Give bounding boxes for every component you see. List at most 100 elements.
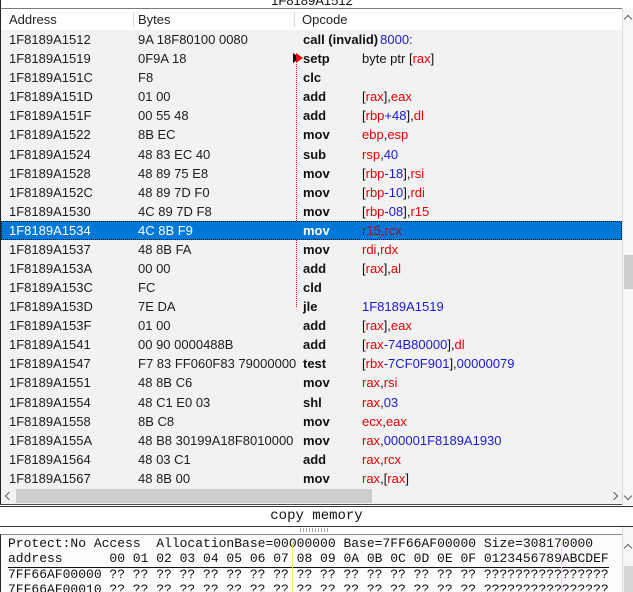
hex-row-address: 7FF66AF00000 — [8, 567, 109, 582]
table-row[interactable]: 1F8189A155A48 B8 30199A18F8010000movrax,… — [1, 431, 622, 450]
bytes-cell: 48 8B C6 — [133, 375, 294, 390]
table-row[interactable]: 1F8189A153A00 00add[rax],al — [1, 259, 622, 278]
operand-part: rax — [413, 51, 431, 66]
table-row[interactable]: 1F8189A155148 8B C6movrax,rsi — [1, 373, 622, 392]
column-header-bytes[interactable]: Bytes — [138, 12, 171, 27]
table-row[interactable]: 1F8189A151D01 00add[rax],eax — [1, 87, 622, 106]
table-row[interactable]: 1F8189A154100 90 0000488Badd[rax-74B8000… — [1, 335, 622, 354]
address-cell: 1F8189A153C — [1, 280, 133, 295]
table-row[interactable]: 1F8189A152448 83 EC 40subrsp,40 — [1, 144, 622, 163]
scroll-left-icon[interactable] — [5, 492, 13, 500]
operand-part: r15,rcx — [362, 223, 402, 238]
table-row[interactable]: 1F8189A155448 C1 E0 03shlrax,03 — [1, 392, 622, 411]
mnemonic: mov — [303, 375, 360, 390]
hex-row[interactable]: 7FF66AF00010?? ?? ?? ?? ?? ?? ?? ?? ?? ?… — [8, 582, 622, 592]
column-separator[interactable] — [133, 12, 134, 27]
bytes-cell: 48 89 7D F0 — [133, 185, 294, 200]
window-title-bar[interactable]: 1F8189A1512 — [0, 0, 623, 8]
table-row[interactable]: 1F8189A15344C 8B F9movr15,rcx — [1, 221, 622, 240]
operand-part: byte ptr [ — [362, 51, 413, 66]
operand-part: -18 — [384, 166, 403, 181]
opcode-cell: call (invalid)8000: — [294, 32, 622, 47]
operands: rax,03 — [362, 395, 398, 410]
operands: [rbp-18],rsi — [362, 166, 424, 181]
vertical-scrollbar[interactable] — [622, 8, 633, 505]
table-row[interactable]: 1F8189A15129A 18F80100 0080call (invalid… — [1, 30, 622, 49]
operand-part: ] — [405, 471, 409, 486]
operand-part: dl — [455, 337, 465, 352]
hex-vertical-scrollbar[interactable] — [622, 527, 633, 592]
address-cell: 1F8189A1524 — [1, 147, 133, 162]
horizontal-scrollbar[interactable] — [0, 488, 622, 505]
hex-column-separator — [561, 542, 562, 592]
operand-part: ], — [384, 318, 391, 333]
table-row[interactable]: 1F8189A15228B ECmovebp,esp — [1, 125, 622, 144]
table-row[interactable]: 1F8189A15588B C8movecx,eax — [1, 412, 622, 431]
operand-part: ebp — [362, 127, 384, 142]
opcode-cell: movrax,[rax] — [294, 471, 622, 486]
operand-part: 03 — [384, 395, 398, 410]
bytes-cell: FC — [133, 280, 294, 295]
operand-part: 40 — [384, 147, 398, 162]
opcode-cell: addrax,rcx — [294, 452, 622, 467]
opcode-cell: test[rbx-7CF0F901],00000079 — [294, 356, 622, 371]
operand-part: dl — [414, 108, 424, 123]
address-cell: 1F8189A1551 — [1, 375, 133, 390]
opcode-cell: mov[rbp-18],rsi — [294, 166, 622, 181]
bytes-cell: 48 8B 00 — [133, 471, 294, 486]
operand-part: rax — [366, 318, 384, 333]
table-row[interactable]: 1F8189A156448 03 C1addrax,rcx — [1, 450, 622, 469]
operands: rsp,40 — [362, 147, 398, 162]
table-row[interactable]: 1F8189A151F00 55 48add[rbp+48],dl — [1, 106, 622, 125]
table-row[interactable]: 1F8189A15190F9A 18setpbyte ptr [rax] — [1, 49, 622, 68]
address-cell: 1F8189A1528 — [1, 166, 133, 181]
table-row[interactable]: 1F8189A152C48 89 7D F0mov[rbp-10],rdi — [1, 183, 622, 202]
hex-view-body[interactable]: Protect:No Access AllocationBase=0000000… — [0, 534, 622, 592]
bytes-cell: 48 B8 30199A18F8010000 — [133, 433, 294, 448]
bytes-cell: 48 8B FA — [133, 242, 294, 257]
opcode-cell: add[rax],eax — [294, 89, 622, 104]
scroll-up-icon[interactable] — [624, 544, 632, 552]
hex-row-bytes: ?? ?? ?? ?? ?? ?? ?? ?? ?? ?? ?? ?? ?? ?… — [109, 567, 483, 582]
mnemonic: add — [303, 452, 360, 467]
table-row[interactable]: 1F8189A151CF8clc — [1, 68, 622, 87]
splitter-grip-icon[interactable] — [300, 528, 328, 532]
opcode-cell: add[rax],al — [294, 261, 622, 276]
column-header-address[interactable]: Address — [9, 12, 57, 27]
table-row[interactable]: 1F8189A156748 8B 00movrax,[rax] — [1, 469, 622, 488]
table-row[interactable]: 1F8189A153D7E DAjle1F8189A1519 — [1, 297, 622, 316]
table-row[interactable]: 1F8189A153F01 00add[rax],eax — [1, 316, 622, 335]
scroll-right-icon[interactable] — [610, 492, 618, 500]
address-cell: 1F8189A155A — [1, 433, 133, 448]
operand-part: esp — [387, 127, 408, 142]
mnemonic: mov — [303, 127, 360, 142]
table-row[interactable]: 1F8189A1547F7 83 FF060F83 79000000test[r… — [1, 354, 622, 373]
bytes-cell: 48 89 75 E8 — [133, 166, 294, 181]
hex-view-panel: Protect:No Access AllocationBase=0000000… — [0, 527, 622, 592]
operand-part: eax — [386, 414, 407, 429]
mnemonic: shl — [303, 395, 360, 410]
table-row[interactable]: 1F8189A153748 8B FAmovrdi,rdx — [1, 240, 622, 259]
operands: [rax-74B80000],dl — [362, 337, 465, 352]
column-separator[interactable] — [294, 12, 295, 27]
horizontal-scrollbar-thumb[interactable] — [16, 489, 372, 503]
bytes-cell: 9A 18F80100 0080 — [133, 32, 294, 47]
vertical-scrollbar-thumb[interactable] — [624, 255, 633, 289]
address-cell: 1F8189A1547 — [1, 356, 133, 371]
table-row[interactable]: 1F8189A153CFCcld — [1, 278, 622, 297]
hex-scrollbar-thumb[interactable] — [624, 566, 633, 592]
disassembly-table: 1F8189A15129A 18F80100 0080call (invalid… — [0, 30, 622, 488]
scroll-down-icon[interactable] — [624, 492, 632, 500]
mnemonic: mov — [303, 185, 360, 200]
operand-part: -10 — [384, 185, 403, 200]
column-header-opcode[interactable]: Opcode — [302, 12, 348, 27]
copy-memory-title-bar[interactable]: copy memory — [0, 506, 633, 527]
table-row[interactable]: 1F8189A15304C 89 7D F8mov[rbp-08],r15 — [1, 202, 622, 221]
table-row[interactable]: 1F8189A152848 89 75 E8mov[rbp-18],rsi — [1, 164, 622, 183]
scroll-up-icon[interactable] — [624, 15, 632, 23]
bytes-cell: 8B C8 — [133, 414, 294, 429]
opcode-cell: subrsp,40 — [294, 147, 622, 162]
hex-row[interactable]: 7FF66AF00000?? ?? ?? ?? ?? ?? ?? ?? ?? ?… — [8, 567, 622, 582]
mnemonic: mov — [303, 242, 360, 257]
operands: [rax],eax — [362, 318, 412, 333]
